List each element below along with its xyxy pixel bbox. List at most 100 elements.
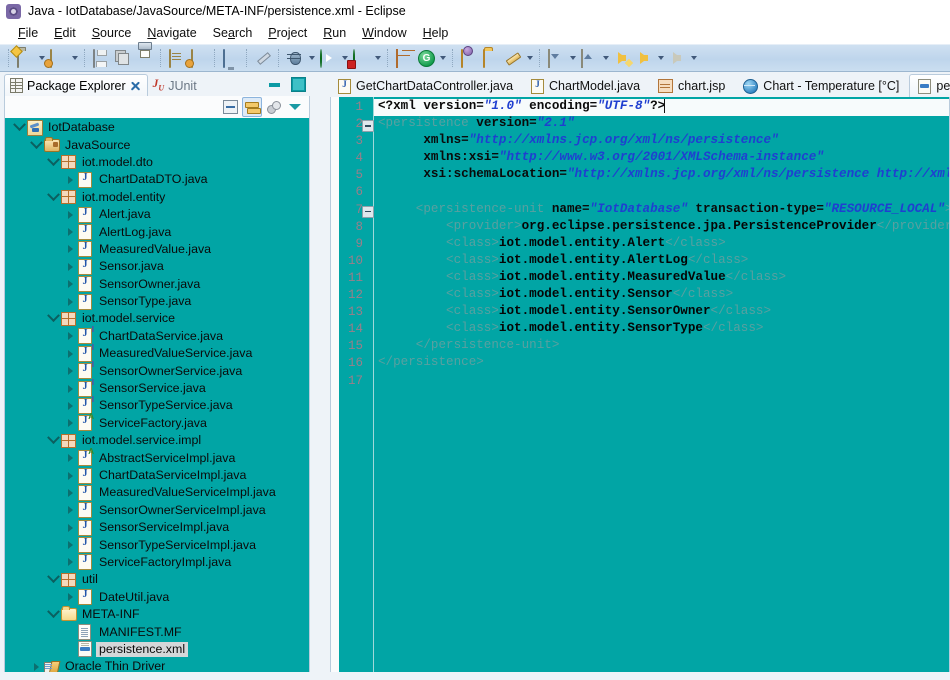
forward-dropdown[interactable]: [688, 47, 699, 69]
forward-button[interactable]: [666, 47, 688, 69]
back-dropdown[interactable]: [655, 47, 666, 69]
tree-item[interactable]: I SensorOwnerService.java: [5, 361, 309, 380]
tree-item[interactable]: META-INF: [5, 606, 309, 623]
pencil-button[interactable]: [502, 47, 524, 69]
chevron-down-icon[interactable]: [45, 154, 61, 170]
menu-project[interactable]: Project: [260, 24, 315, 42]
tree-item[interactable]: IMeasuredValueService.java: [5, 343, 309, 362]
chevron-down-icon[interactable]: [28, 137, 44, 153]
new-wizard-button[interactable]: [10, 45, 36, 69]
tree-item[interactable]: iot.model.service: [5, 310, 309, 327]
gradle-dropdown[interactable]: [437, 47, 448, 69]
tree-item[interactable]: I ChartDataService.java: [5, 326, 309, 345]
view-menu-chevron-button[interactable]: [286, 98, 304, 116]
chevron-right-icon[interactable]: [62, 328, 78, 344]
chevron-down-icon[interactable]: [45, 433, 61, 449]
debug-dropdown[interactable]: [306, 47, 317, 69]
console-button[interactable]: [220, 47, 242, 69]
chevron-right-icon[interactable]: [62, 450, 78, 466]
chevron-right-icon[interactable]: [62, 241, 78, 257]
back-star-button[interactable]: [611, 47, 633, 69]
save-button[interactable]: [90, 47, 112, 69]
tree-item[interactable]: iot.model.entity: [5, 189, 309, 206]
tree-item[interactable]: ISensorTypeService.java: [5, 395, 309, 414]
chevron-down-icon[interactable]: [45, 572, 61, 588]
tree-item[interactable]: MeasuredValueServiceImpl.java: [5, 484, 309, 501]
tree-item[interactable]: MANIFEST.MF: [5, 623, 309, 641]
tree-item[interactable]: JavaSource: [5, 136, 309, 153]
link-with-editor-button[interactable]: [242, 97, 262, 117]
print-button[interactable]: [134, 47, 156, 69]
chevron-right-icon[interactable]: [62, 520, 78, 536]
save-all-button[interactable]: [112, 47, 134, 69]
chevron-right-icon[interactable]: [62, 363, 78, 379]
editor-tab[interactable]: persis: [909, 74, 950, 97]
chevron-right-icon[interactable]: [62, 172, 78, 188]
editor-tab[interactable]: Chart - Temperature [°C]: [735, 75, 909, 97]
tree-item[interactable]: ISensorService.java: [5, 378, 309, 397]
tree-item[interactable]: iot.model.service.impl: [5, 432, 309, 449]
editor-tab[interactable]: chart.jsp: [650, 75, 735, 97]
tree-item[interactable]: iot.model.dto: [5, 154, 309, 171]
chevron-right-icon[interactable]: [62, 294, 78, 310]
minimize-icon[interactable]: [268, 78, 281, 91]
tree-item[interactable]: SensorType.java: [5, 293, 309, 310]
tree-item[interactable]: Alert.java: [5, 206, 309, 223]
tree-item[interactable]: util: [5, 571, 309, 588]
collapse-all-button[interactable]: [221, 98, 239, 116]
chevron-right-icon[interactable]: [62, 346, 78, 362]
menu-navigate[interactable]: Navigate: [139, 24, 204, 42]
tree-item[interactable]: Sensor.java: [5, 258, 309, 275]
tree-item[interactable]: IotDatabase: [5, 119, 309, 136]
debug-button[interactable]: [284, 47, 306, 69]
editor-tab[interactable]: ChartModel.java: [523, 75, 650, 97]
tab-junit[interactable]: JU JUnit: [148, 75, 203, 96]
chevron-right-icon[interactable]: [62, 468, 78, 484]
tree-item[interactable]: A AbstractServiceImpl.java: [5, 448, 309, 467]
next-annotation-button[interactable]: [545, 47, 567, 69]
tree-item[interactable]: SensorOwnerServiceImpl.java: [5, 502, 309, 519]
chevron-right-icon[interactable]: [62, 207, 78, 223]
project-tree[interactable]: IotDatabase JavaSource iot.model.dto ChartD…: [4, 118, 310, 680]
skip-breakpoints-button[interactable]: [252, 47, 274, 69]
xml-editor[interactable]: 1 2 3 4 5 6 7 8 9 10 11 12 13 14 15 16 17 <?xml version=…: [330, 97, 950, 680]
fold-collapse-icon[interactable]: [362, 205, 374, 218]
code-content[interactable]: <?xml version="1.0" encoding="UTF-8"?> <…: [374, 97, 949, 679]
open-type-button[interactable]: [458, 47, 480, 69]
menu-window[interactable]: Window: [354, 24, 414, 42]
chevron-right-icon[interactable]: [62, 415, 78, 431]
tree-item[interactable]: persistence.xml: [5, 641, 309, 658]
chevron-right-icon[interactable]: [62, 502, 78, 518]
tree-item[interactable]: ChartDataServiceImpl.java: [5, 467, 309, 484]
tree-item[interactable]: A ServiceFactory.java: [5, 413, 309, 432]
tree-item[interactable]: SensorTypeServiceImpl.java: [5, 536, 309, 554]
chevron-right-icon[interactable]: [62, 259, 78, 275]
chevron-right-icon[interactable]: [62, 224, 78, 240]
tab-package-explorer[interactable]: Package Explorer: [4, 74, 148, 96]
package-button[interactable]: [188, 47, 210, 69]
chevron-right-icon[interactable]: [62, 485, 78, 501]
menu-source[interactable]: Source: [84, 24, 140, 42]
back-button[interactable]: [633, 47, 655, 69]
tree-item[interactable]: DateUtil.java: [5, 589, 309, 606]
menu-search[interactable]: Search: [205, 24, 261, 42]
menu-edit[interactable]: Edit: [46, 24, 84, 42]
close-icon[interactable]: [130, 80, 141, 91]
new-class-dropdown[interactable]: [69, 47, 80, 69]
tree-item[interactable]: SensorOwner.java: [5, 276, 309, 293]
chevron-right-icon[interactable]: [62, 589, 78, 605]
next-annotation-dropdown[interactable]: [567, 47, 578, 69]
tree-item[interactable]: MeasuredValue.java: [5, 241, 309, 258]
run-server-button[interactable]: [350, 47, 372, 69]
gradle-button[interactable]: G: [415, 47, 437, 69]
tree-item[interactable]: AlertLog.java: [5, 223, 309, 241]
open-folder-button[interactable]: [480, 47, 502, 69]
tree-item[interactable]: ChartDataDTO.java: [5, 171, 309, 188]
chevron-down-icon[interactable]: [45, 607, 61, 623]
menu-run[interactable]: Run: [315, 24, 354, 42]
pencil-dropdown[interactable]: [524, 47, 535, 69]
menu-help[interactable]: Help: [415, 24, 457, 42]
chevron-down-icon[interactable]: [45, 311, 61, 327]
chevron-down-icon[interactable]: [45, 189, 61, 205]
chevron-right-icon[interactable]: [62, 554, 78, 570]
